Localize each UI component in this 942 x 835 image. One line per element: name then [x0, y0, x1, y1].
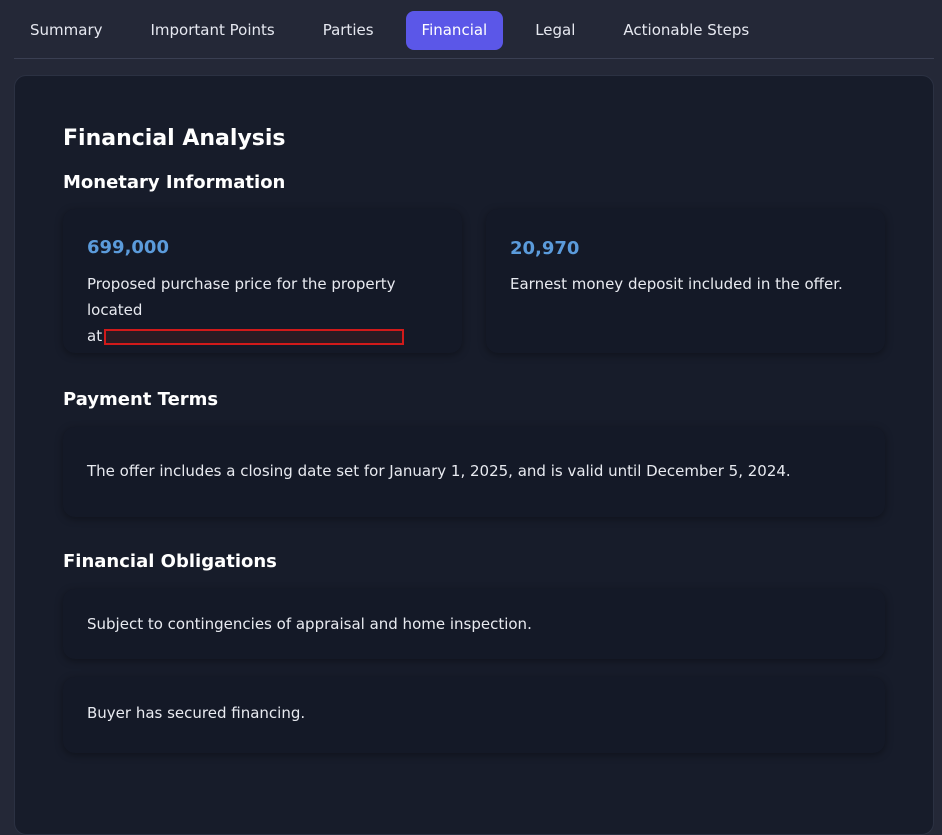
- purchase-price-amount: 699,000: [87, 237, 169, 258]
- tab-important-points[interactable]: Important Points: [135, 11, 291, 50]
- purchase-price-description-line1: Proposed purchase price for the property…: [87, 275, 396, 319]
- redacted-address: [104, 328, 405, 345]
- payment-terms-card: The offer includes a closing date set fo…: [63, 427, 885, 517]
- earnest-money-amount: 20,970: [510, 238, 580, 259]
- obligation-item: Subject to contingencies of appraisal an…: [63, 589, 885, 659]
- purchase-price-description-at: at: [87, 327, 103, 345]
- purchase-price-card: 699,000 Proposed purchase price for the …: [63, 209, 462, 353]
- obligation-item: Buyer has secured financing.: [63, 677, 885, 753]
- tab-parties[interactable]: Parties: [307, 11, 390, 50]
- earnest-money-description: Earnest money deposit included in the of…: [510, 275, 843, 293]
- earnest-money-card: 20,970 Earnest money deposit included in…: [486, 209, 885, 353]
- payment-terms-text: The offer includes a closing date set fo…: [87, 462, 791, 480]
- page-title: Financial Analysis: [63, 126, 286, 151]
- tab-summary[interactable]: Summary: [14, 11, 119, 50]
- monetary-information-heading: Monetary Information: [63, 172, 286, 193]
- purchase-price-description-line2: at: [87, 323, 447, 349]
- tab-divider: [14, 58, 934, 59]
- obligation-text: Subject to contingencies of appraisal an…: [87, 615, 532, 633]
- tab-legal[interactable]: Legal: [519, 11, 591, 50]
- tab-bar: Summary Important Points Parties Financi…: [14, 10, 781, 50]
- financial-obligations-heading: Financial Obligations: [63, 551, 277, 572]
- tab-actionable-steps[interactable]: Actionable Steps: [607, 11, 765, 50]
- purchase-price-description: Proposed purchase price for the property…: [87, 271, 447, 349]
- payment-terms-heading: Payment Terms: [63, 389, 219, 410]
- obligation-text: Buyer has secured financing.: [87, 704, 306, 722]
- tab-financial[interactable]: Financial: [405, 10, 504, 50]
- financial-panel: Financial Analysis Monetary Information …: [14, 75, 934, 835]
